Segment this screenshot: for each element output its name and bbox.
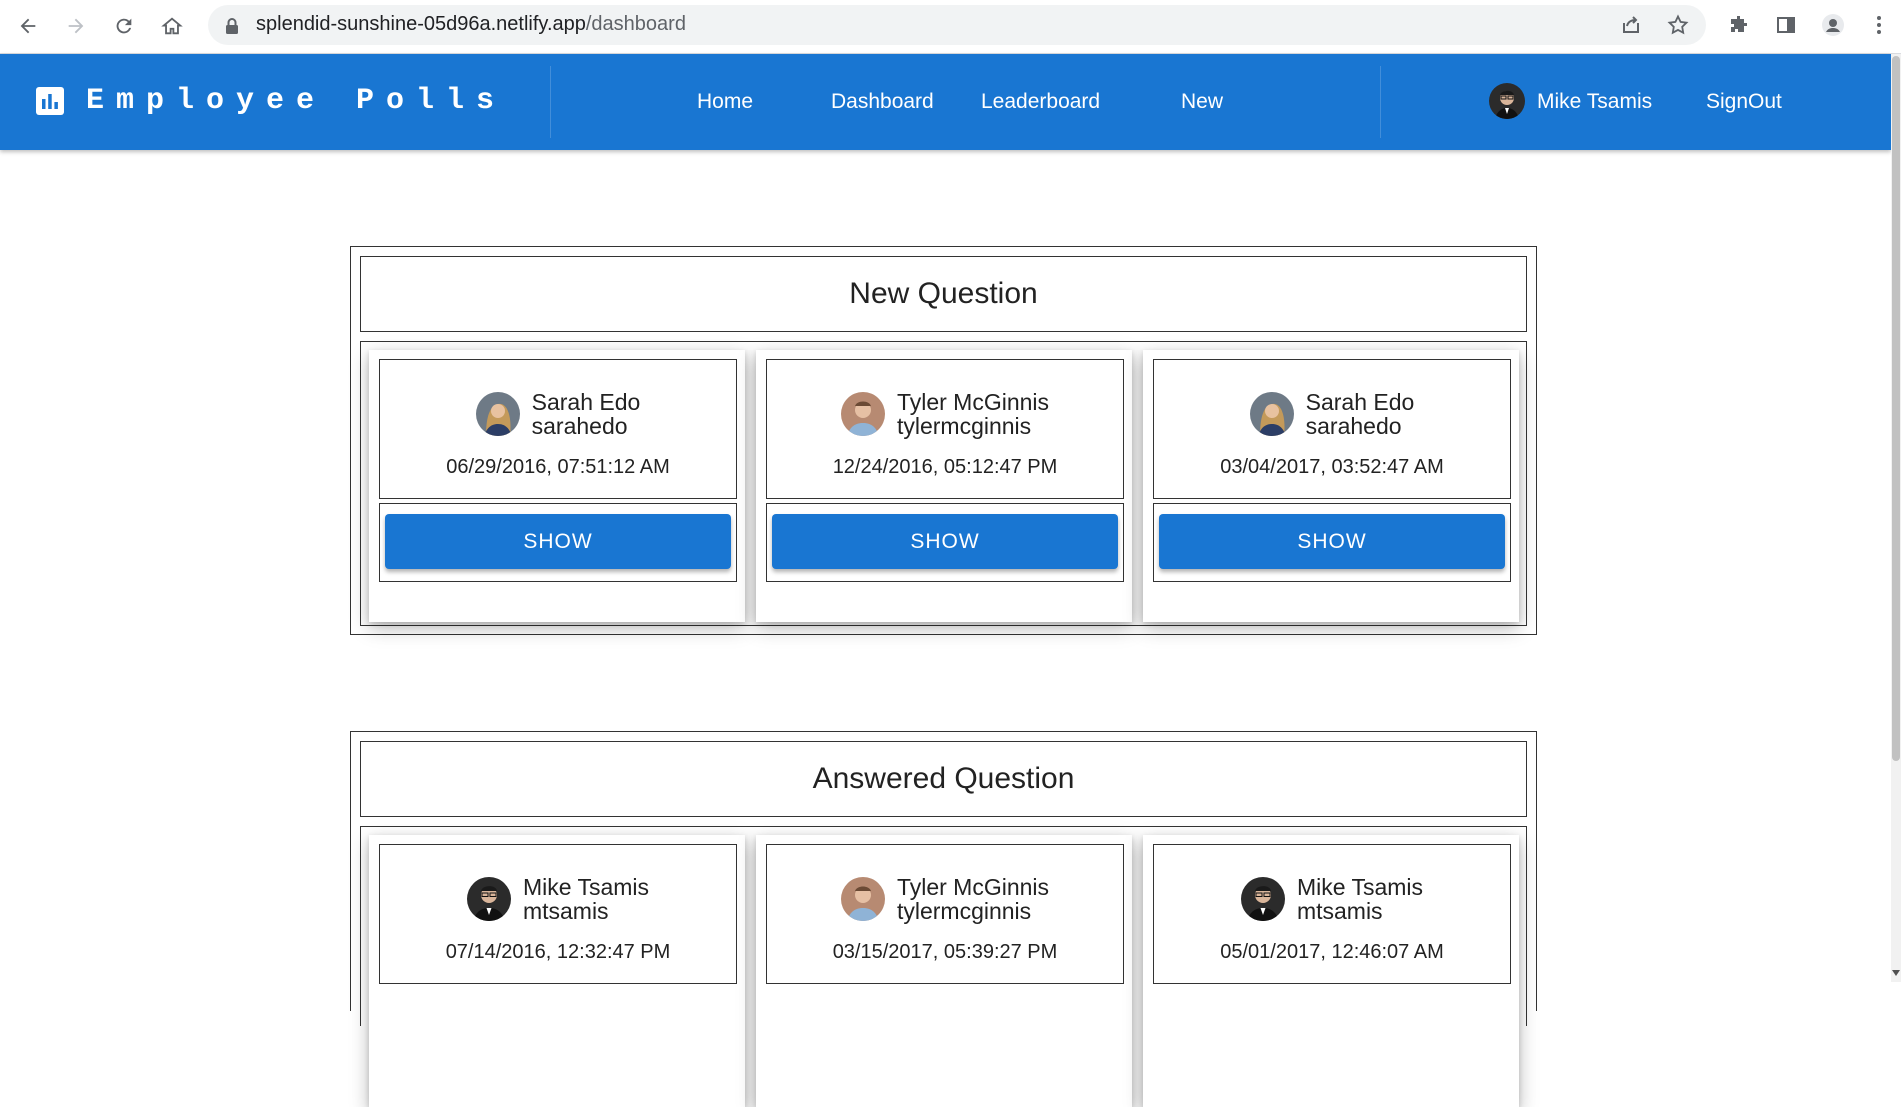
url-text[interactable]: splendid-sunshine-05d96a.netlify.app/das… bbox=[256, 13, 686, 36]
nav-dashboard[interactable]: Dashboard bbox=[831, 90, 934, 114]
question-card: Tyler McGinnis tylermcginnis 03/15/2017,… bbox=[756, 835, 1132, 1107]
question-timestamp: 07/14/2016, 12:32:47 PM bbox=[445, 941, 671, 963]
question-actions: SHOW bbox=[1153, 503, 1511, 582]
question-actions: SHOW bbox=[766, 503, 1124, 582]
url-host: splendid-sunshine-05d96a.netlify.app bbox=[256, 13, 586, 35]
author-avatar bbox=[1249, 392, 1294, 436]
question-info: Mike Tsamis mtsamis 07/14/2016, 12:32:47… bbox=[379, 844, 737, 984]
profile-icon[interactable] bbox=[1820, 12, 1846, 38]
author-avatar bbox=[466, 877, 511, 921]
answered-questions-section: Answered Question Mike Tsamis mtsamis 07… bbox=[350, 731, 1537, 1107]
header-divider bbox=[550, 66, 551, 138]
extensions-icon[interactable] bbox=[1726, 12, 1752, 38]
reload-icon[interactable] bbox=[108, 10, 140, 42]
author-handle: tylermcginnis bbox=[896, 898, 1032, 924]
browser-toolbar: splendid-sunshine-05d96a.netlify.app/das… bbox=[0, 0, 1901, 54]
page-scrollbar[interactable] bbox=[1891, 54, 1901, 982]
question-timestamp: 03/04/2017, 03:52:47 AM bbox=[1220, 456, 1444, 478]
question-card: Tyler McGinnis tylermcginnis 12/24/2016,… bbox=[756, 350, 1132, 622]
question-card: Mike Tsamis mtsamis 07/14/2016, 12:32:47… bbox=[369, 835, 745, 1107]
url-path: /dashboard bbox=[585, 13, 686, 35]
forward-arrow-icon[interactable] bbox=[60, 10, 92, 42]
side-panel-icon[interactable] bbox=[1773, 12, 1799, 38]
app-header: Employee Polls Home Dashboard Leaderboar… bbox=[0, 54, 1891, 150]
menu-dots-icon[interactable] bbox=[1866, 12, 1892, 38]
question-actions: SHOW bbox=[379, 503, 737, 582]
header-divider bbox=[1380, 66, 1381, 138]
answered-questions-list: Mike Tsamis mtsamis 07/14/2016, 12:32:47… bbox=[360, 826, 1527, 1107]
show-button[interactable]: SHOW bbox=[385, 514, 731, 569]
scroll-down-arrow-icon[interactable] bbox=[1892, 970, 1900, 976]
back-arrow-icon[interactable] bbox=[12, 10, 44, 42]
question-info: Tyler McGinnis tylermcginnis 03/15/2017,… bbox=[766, 844, 1124, 984]
question-timestamp: 03/15/2017, 05:39:27 PM bbox=[832, 941, 1058, 963]
question-info: Mike Tsamis mtsamis 05/01/2017, 12:46:07… bbox=[1153, 844, 1511, 984]
scroll-thumb[interactable] bbox=[1892, 56, 1900, 761]
question-card: Mike Tsamis mtsamis 05/01/2017, 12:46:07… bbox=[1143, 835, 1519, 1107]
author-name: Tyler McGinnis bbox=[896, 874, 1050, 900]
new-questions-list: Sarah Edo sarahedo 06/29/2016, 07:51:12 … bbox=[360, 341, 1527, 626]
author-name: Mike Tsamis bbox=[1296, 874, 1424, 900]
user-name: Mike Tsamis bbox=[1537, 90, 1653, 113]
new-questions-section: New Question Sarah Edo sarahedo 06/29/20… bbox=[350, 246, 1537, 635]
author-name: Mike Tsamis bbox=[522, 874, 650, 900]
show-button[interactable]: SHOW bbox=[1159, 514, 1505, 569]
new-questions-title: New Question bbox=[360, 256, 1527, 332]
home-icon[interactable] bbox=[156, 10, 188, 42]
question-timestamp: 06/29/2016, 07:51:12 AM bbox=[446, 456, 670, 478]
question-info: Sarah Edo sarahedo 06/29/2016, 07:51:12 … bbox=[379, 359, 737, 499]
author-name: Sarah Edo bbox=[531, 389, 641, 415]
nav-new[interactable]: New bbox=[1181, 90, 1223, 114]
author-avatar bbox=[840, 392, 885, 436]
app-title[interactable]: Employee Polls bbox=[86, 84, 506, 118]
author-avatar bbox=[840, 877, 885, 921]
author-handle: tylermcginnis bbox=[896, 413, 1032, 439]
nav-leaderboard[interactable]: Leaderboard bbox=[981, 90, 1100, 114]
star-icon[interactable] bbox=[1665, 12, 1691, 38]
user-avatar[interactable] bbox=[1489, 83, 1525, 119]
share-icon[interactable] bbox=[1618, 12, 1644, 38]
author-handle: sarahedo bbox=[1305, 413, 1402, 439]
author-avatar bbox=[475, 392, 520, 436]
question-info: Sarah Edo sarahedo 03/04/2017, 03:52:47 … bbox=[1153, 359, 1511, 499]
lock-icon[interactable] bbox=[224, 17, 240, 35]
question-timestamp: 12/24/2016, 05:12:47 PM bbox=[832, 456, 1058, 478]
author-avatar bbox=[1240, 877, 1285, 921]
author-handle: mtsamis bbox=[1296, 898, 1383, 924]
question-timestamp: 05/01/2017, 12:46:07 AM bbox=[1220, 941, 1444, 963]
author-name: Tyler McGinnis bbox=[896, 389, 1050, 415]
author-handle: mtsamis bbox=[522, 898, 609, 924]
nav-home[interactable]: Home bbox=[697, 90, 753, 114]
question-card: Sarah Edo sarahedo 06/29/2016, 07:51:12 … bbox=[369, 350, 745, 622]
question-card: Sarah Edo sarahedo 03/04/2017, 03:52:47 … bbox=[1143, 350, 1519, 622]
bar-chart-icon bbox=[36, 87, 64, 115]
author-handle: sarahedo bbox=[531, 413, 628, 439]
author-name: Sarah Edo bbox=[1305, 389, 1415, 415]
signout-button[interactable]: SignOut bbox=[1706, 90, 1782, 114]
show-button[interactable]: SHOW bbox=[772, 514, 1118, 569]
answered-questions-title: Answered Question bbox=[360, 741, 1527, 817]
question-info: Tyler McGinnis tylermcginnis 12/24/2016,… bbox=[766, 359, 1124, 499]
